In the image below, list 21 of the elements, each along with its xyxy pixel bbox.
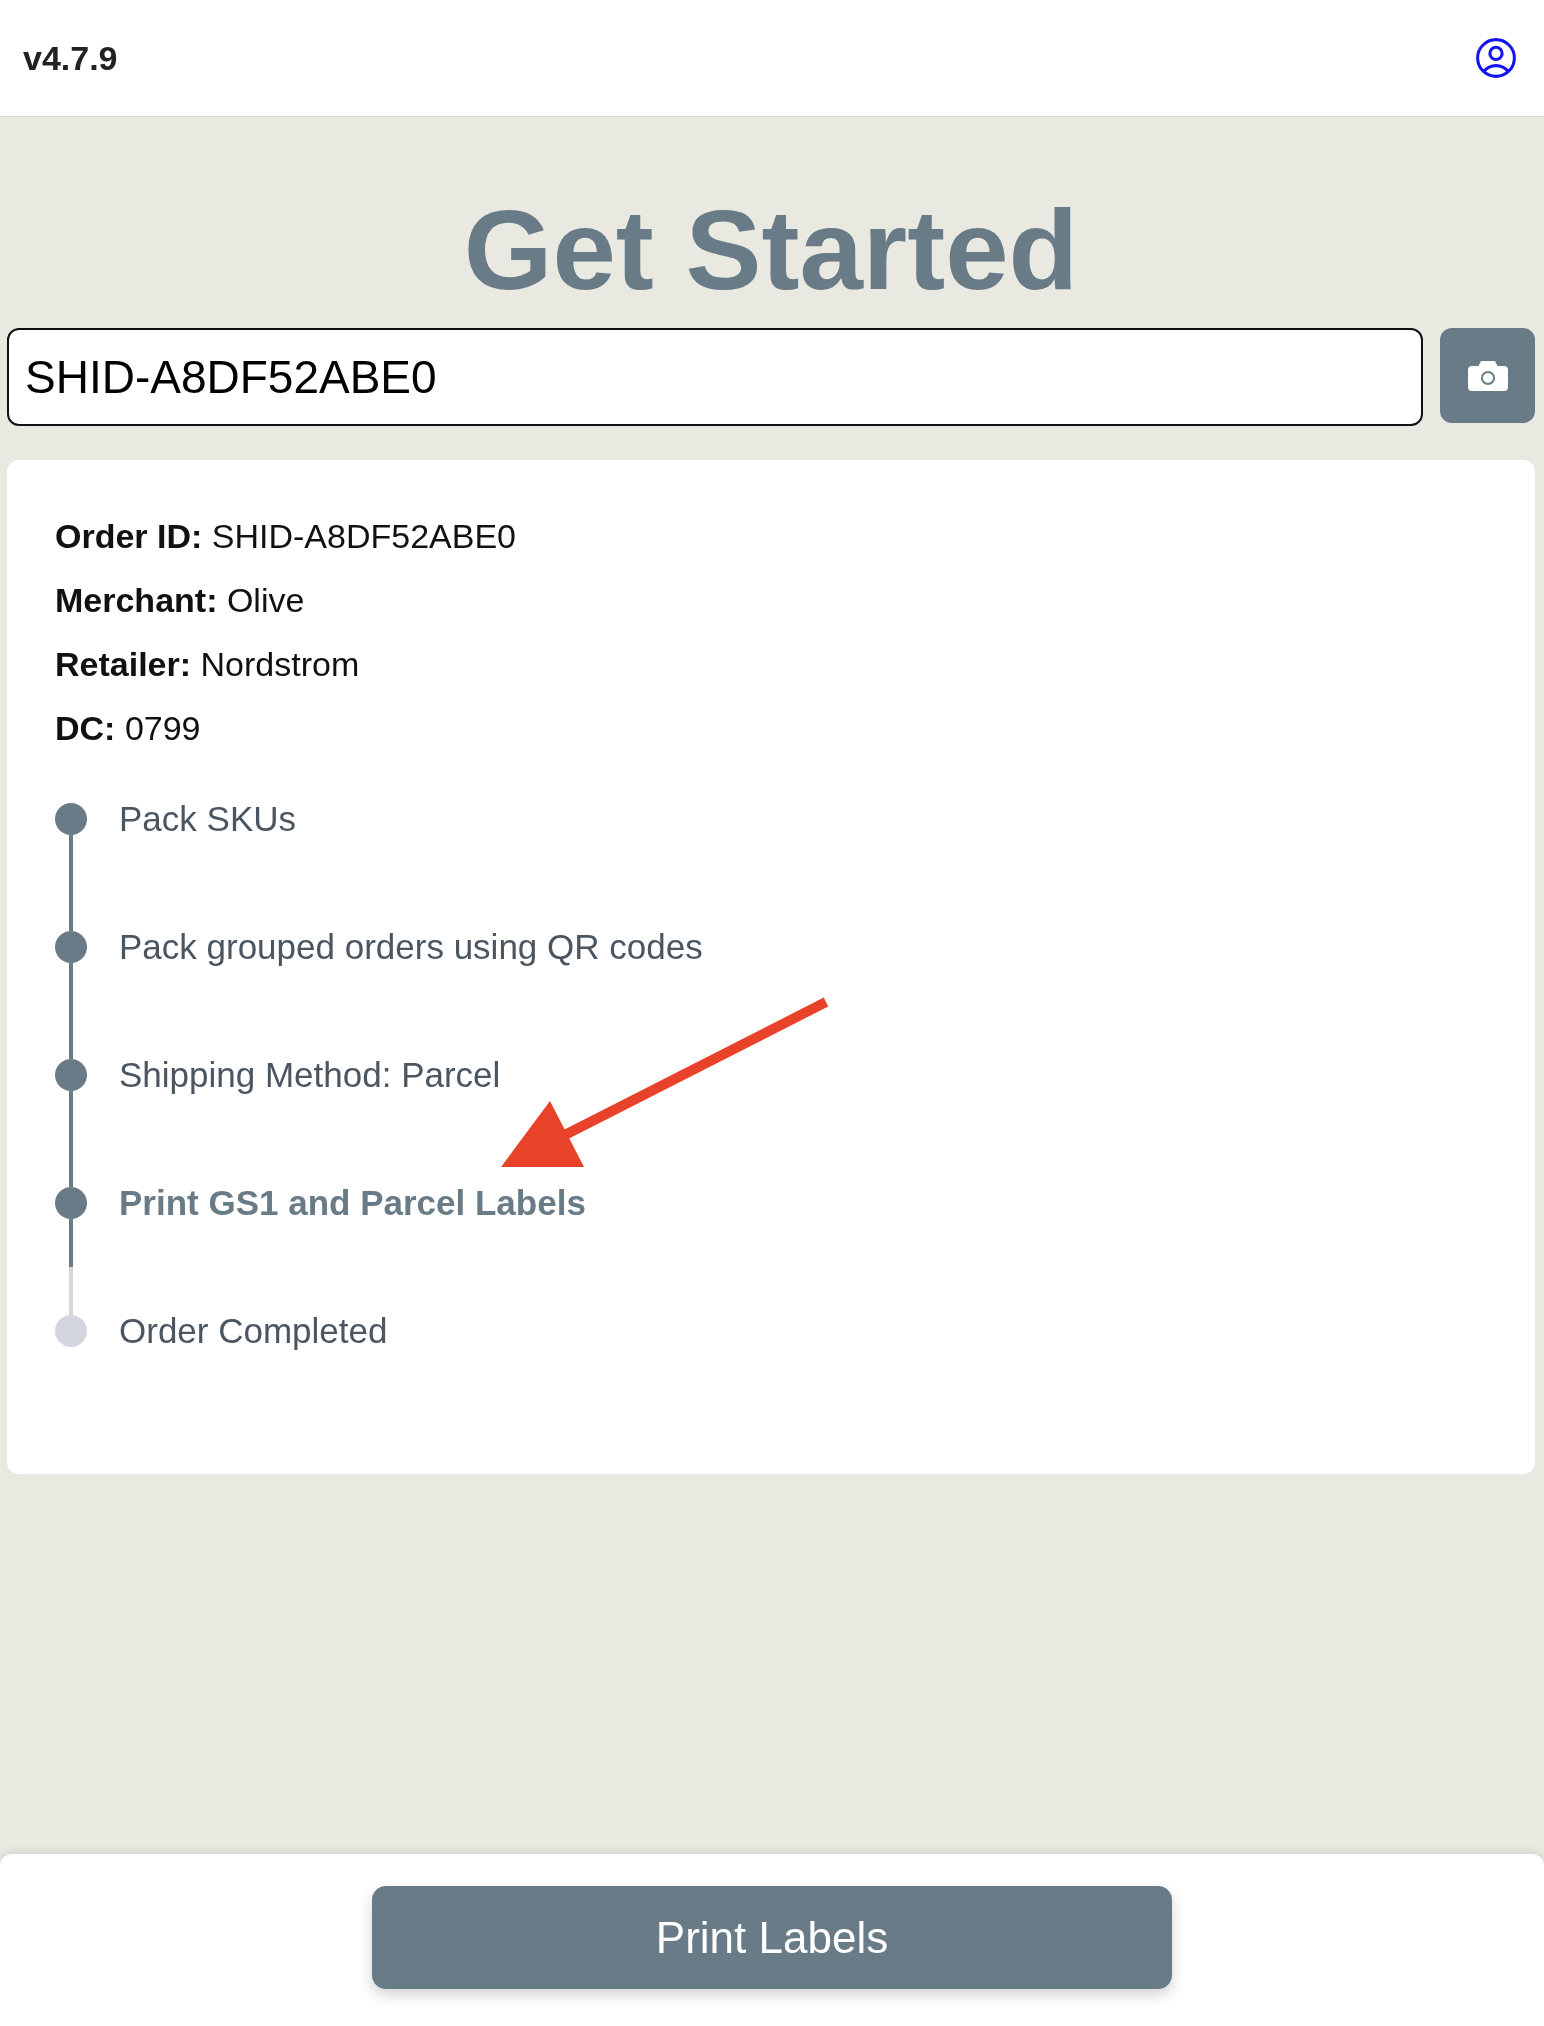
step-marker-icon <box>55 931 87 963</box>
order-detail-text: Merchant: Olive <box>55 580 305 621</box>
step-label: Shipping Method: Parcel <box>119 1055 501 1095</box>
step-marker-icon <box>55 803 87 835</box>
order-detail-text: Order ID: SHID-A8DF52ABE0 <box>55 516 517 557</box>
step-label: Order Completed <box>119 1311 388 1351</box>
camera-button[interactable] <box>1440 328 1535 423</box>
step-label: Print GS1 and Parcel Labels <box>119 1183 586 1223</box>
step-marker-icon <box>55 1315 87 1347</box>
order-detail-text: DC: 0799 <box>55 708 201 749</box>
order-detail-text: Retailer: Nordstrom <box>55 644 360 685</box>
print-labels-button[interactable]: Print Labels <box>372 1886 1172 1989</box>
step-marker-icon <box>55 1059 87 1091</box>
user-account-icon[interactable] <box>1476 38 1516 78</box>
step-label: Pack grouped orders using QR codes <box>119 927 703 967</box>
page-title: Get Started <box>463 185 1079 315</box>
order-id-field[interactable]: SHID-A8DF52ABE0 <box>7 328 1423 426</box>
step-marker-icon <box>55 1187 87 1219</box>
version-label: v4.7.9 <box>23 38 118 78</box>
step-label: Pack SKUs <box>119 799 296 839</box>
camera-icon <box>1467 360 1508 391</box>
